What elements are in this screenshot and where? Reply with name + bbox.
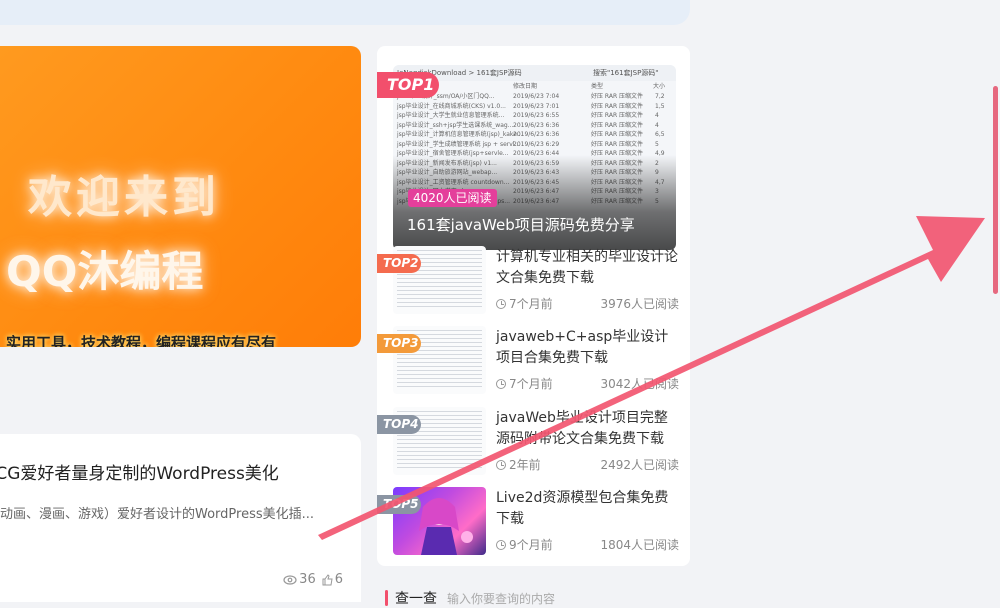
- scrollbar-thumb[interactable]: [993, 86, 998, 294]
- section-accent-bar: [385, 590, 388, 606]
- explorer-cell: 4: [655, 121, 659, 129]
- welcome-banner[interactable]: 欢迎来到 QQ沐编程 实用工具，技术教程，编程课程应有尽有: [0, 46, 361, 347]
- views-stat: 36: [283, 572, 316, 587]
- explorer-cell: 6,5: [655, 131, 665, 138]
- explorer-cell: jsp毕业设计_学生成绩管理系统 jsp + servl...: [397, 140, 521, 148]
- explorer-cell: 5: [655, 140, 659, 148]
- item-reads: 2492人已阅读: [600, 458, 679, 472]
- eye-icon: [283, 574, 297, 585]
- clock-icon: [496, 378, 506, 389]
- explorer-cell: 好压 RAR 压缩文件: [591, 131, 644, 138]
- top-header-bar: [0, 0, 690, 25]
- item-title[interactable]: javaweb+C+asp毕业设计项目合集免费下载: [496, 327, 678, 369]
- post-title[interactable]: ACG爱好者量身定制的WordPress美化: [0, 459, 279, 484]
- list-item[interactable]: TOP4 javaWeb毕业设计项目完整源码附带论文合集免费下载 2年前 249…: [377, 407, 679, 477]
- explorer-cell: 2019/6/23 7:04: [513, 93, 560, 100]
- explorer-cell: 7,2: [655, 93, 665, 100]
- search-section: 查一查 输入你要查询的内容: [385, 588, 555, 608]
- likes-stat[interactable]: 6: [322, 572, 343, 587]
- explorer-file-row: jsp毕业设计_大学生就业信息管理系统... 2019/6/23 6:55 好压 R…: [393, 111, 676, 120]
- explorer-cell: jsp毕业设计_在线商城系统(CKS) v1.0...: [397, 102, 506, 110]
- list-item[interactable]: TOP2 计算机专业相关的毕业设计论文合集免费下载 7个月前 3976人已阅读: [377, 246, 679, 316]
- clock-icon: [496, 298, 506, 309]
- clock-icon: [496, 459, 506, 470]
- item-reads: 3976人已阅读: [600, 297, 679, 311]
- item-time: 7个月前: [496, 295, 553, 312]
- likes-count: 6: [334, 572, 343, 587]
- explorer-cell: 1,5: [655, 102, 665, 110]
- explorer-cell: 2019/6/23 6:36: [513, 121, 560, 129]
- explorer-cell: 2019/6/23 6:29: [513, 140, 560, 148]
- item-time: 2年前: [496, 456, 541, 473]
- explorer-file-row: jsp毕业设计_在线商城系统(CKS) v1.0... 2019/6/23 7:0…: [393, 102, 676, 111]
- explorer-cell: jsp毕业设计_大学生就业信息管理系统...: [397, 112, 505, 119]
- views-count: 36: [299, 572, 316, 587]
- explorer-file-row: jsp毕业设计_学生成绩管理系统 jsp + servl... 2019/6/23…: [393, 140, 676, 149]
- explorer-cell: 好压 RAR 压缩文件: [591, 140, 644, 148]
- post-card[interactable]: ACG爱好者量身定制的WordPress美化 动画、漫画、游戏）爱好者设计的Wo…: [0, 434, 361, 602]
- explorer-search: 搜索"161套JSP源码": [593, 69, 659, 77]
- explorer-cell: 2019/6/23 6:55: [513, 112, 560, 119]
- explorer-cell: jsp毕业设计_计算机信息管理系统(jsp)_kake...: [397, 131, 523, 138]
- hot-ranking-panel: JeNegdiskDownload > 161套JSP源码 搜索"161套JSP…: [377, 46, 690, 566]
- rank-badge: TOP3: [377, 334, 421, 353]
- item-reads: 1804人已阅读: [600, 538, 679, 552]
- explorer-cell: 好压 RAR 压缩文件: [591, 112, 644, 119]
- list-item[interactable]: TOP5 Live2d资源模型包合集免费下载 9个月前 1804人已阅读: [377, 487, 679, 557]
- post-stats: 36 6: [283, 572, 343, 587]
- post-description: 动画、漫画、游戏）爱好者设计的WordPress美化插...: [0, 507, 315, 522]
- search-label: 查一查: [395, 591, 437, 607]
- top1-read-count: 4020人已阅读: [408, 189, 497, 207]
- explorer-file-row: jsp毕业设计_计算机信息管理系统(jsp)_kake... 2019/6/23 …: [393, 130, 676, 139]
- explorer-cell: 好压 RAR 压缩文件: [591, 102, 644, 110]
- explorer-cell: 4: [655, 112, 659, 119]
- explorer-cell: 2019/6/23 7:01: [513, 102, 560, 110]
- list-item[interactable]: TOP3 javaweb+C+asp毕业设计项目合集免费下载 7个月前 3042…: [377, 326, 679, 396]
- item-title[interactable]: javaWeb毕业设计项目完整源码附带论文合集免费下载: [496, 408, 678, 450]
- item-title[interactable]: Live2d资源模型包合集免费下载: [496, 488, 678, 530]
- item-time: 9个月前: [496, 536, 553, 553]
- item-title[interactable]: 计算机专业相关的毕业设计论文合集免费下载: [496, 247, 678, 289]
- rank-badge: TOP4: [377, 415, 421, 434]
- top1-badge: TOP1: [377, 72, 439, 98]
- explorer-cell: 好压 RAR 压缩文件: [591, 121, 644, 129]
- explorer-cell: jsp毕业设计_ssh+jsp学生选课系统_wag...: [397, 121, 514, 129]
- explorer-cell: 好压 RAR 压缩文件: [591, 93, 644, 100]
- item-time: 7个月前: [496, 375, 553, 392]
- search-input[interactable]: 输入你要查询的内容: [447, 590, 555, 607]
- item-reads: 3042人已阅读: [600, 377, 679, 391]
- thumbs-up-icon: [322, 573, 333, 585]
- banner-line-1: 欢迎来到: [28, 172, 220, 223]
- top1-title[interactable]: 161套javaWeb项目源码免费分享: [407, 214, 635, 235]
- clock-icon: [496, 539, 506, 550]
- rank-badge: TOP2: [377, 254, 421, 273]
- explorer-file-row: jsp毕业设计_ssh+jsp学生选课系统_wag... 2019/6/23 6:…: [393, 121, 676, 130]
- banner-line-2: QQ沐编程: [6, 247, 204, 296]
- explorer-cell: 2019/6/23 6:36: [513, 131, 560, 138]
- rank-badge: TOP5: [377, 495, 421, 514]
- banner-line-3: 实用工具，技术教程，编程课程应有尽有: [6, 334, 277, 347]
